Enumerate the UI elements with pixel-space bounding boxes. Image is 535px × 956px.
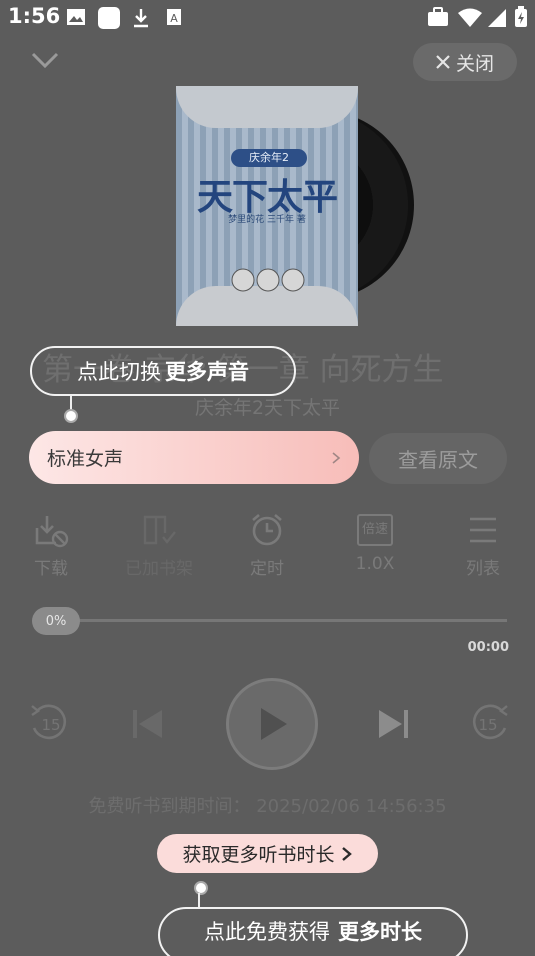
book-cover: 庆余年2 天下太平 梦里的花 三千年 著 <box>176 86 358 326</box>
tool-list[interactable]: 列表 <box>443 512 523 579</box>
chevron-right-icon <box>341 846 352 861</box>
chevron-right-icon <box>332 451 341 464</box>
tool-timer[interactable]: 定时 <box>227 512 307 579</box>
collapse-chevron-icon[interactable] <box>30 48 60 72</box>
bookshelf-icon <box>143 515 176 545</box>
tool-bookshelf[interactable]: 已加书架 <box>119 512 199 579</box>
view-original-button[interactable]: 查看原文 <box>369 433 507 484</box>
voice-tooltip-emphasis: 更多声音 <box>165 360 249 384</box>
tooltip-pointer-line <box>198 893 200 907</box>
time-tooltip-emphasis: 更多时长 <box>338 920 422 944</box>
rewind-15-icon[interactable]: 15 <box>24 698 76 750</box>
previous-track-icon[interactable] <box>122 698 174 750</box>
status-time: 1:56 <box>8 4 61 28</box>
tool-speed[interactable]: 倍速 1.0X <box>335 512 415 574</box>
cover-series-label: 庆余年2 <box>231 149 307 167</box>
close-label: 关闭 <box>455 52 494 75</box>
free-listening-expiry: 免费听书到期时间： 2025/02/06 14:56:35 <box>88 796 447 817</box>
tool-label: 定时 <box>250 559 284 579</box>
list-icon <box>470 517 496 543</box>
get-more-time-button[interactable]: 获取更多听书时长 <box>157 834 378 873</box>
briefcase-icon <box>428 7 448 26</box>
tooltip-pointer-dot <box>194 881 208 895</box>
tool-label: 1.0X <box>355 554 395 574</box>
next-track-icon[interactable] <box>367 698 419 750</box>
tool-label: 下载 <box>34 559 68 579</box>
free-time-tooltip: 点此免费获得 更多时长 <box>158 907 468 956</box>
progress-thumb[interactable]: 0% <box>32 607 80 635</box>
tool-download[interactable]: 下载 <box>11 512 91 579</box>
voice-selector-button[interactable]: 标准女声 <box>29 431 359 484</box>
tool-label: 列表 <box>466 559 500 579</box>
battery-icon <box>515 6 527 27</box>
voice-tooltip-prefix: 点此切换 <box>77 360 161 384</box>
alarm-clock-icon <box>252 514 282 546</box>
play-button[interactable] <box>226 678 318 770</box>
voice-selector-label: 标准女声 <box>47 448 124 470</box>
get-more-time-label: 获取更多听书时长 <box>182 844 335 866</box>
cover-subtitle: 梦里的花 三千年 著 <box>228 215 306 225</box>
audiobook-player-screen: 1:56 A 关闭 庆余年2 天下太平 梦里的花 三千年 著 第一卷 京华 第一… <box>0 0 535 956</box>
tool-label: 已加书架 <box>125 559 193 579</box>
svg-text:A: A <box>170 12 178 25</box>
wifi-icon <box>458 8 482 27</box>
svg-text:15: 15 <box>41 716 60 734</box>
time-tooltip-prefix: 点此免费获得 <box>204 920 330 944</box>
font-status-icon: A <box>167 9 181 25</box>
signal-icon <box>488 9 506 27</box>
progress-track[interactable] <box>56 619 507 622</box>
cover-sheep-illustration <box>231 268 305 292</box>
cover-cloud-top <box>176 86 358 128</box>
play-icon <box>261 708 287 740</box>
close-button[interactable]: 关闭 <box>413 43 517 81</box>
status-bar: 1:56 A <box>0 0 535 36</box>
close-icon <box>436 55 450 69</box>
speed-icon: 倍速 <box>357 514 393 546</box>
download-icon <box>35 516 69 548</box>
download-status-icon <box>134 9 148 28</box>
voice-switch-tooltip: 点此切换 更多声音 <box>30 346 296 396</box>
image-icon <box>67 9 85 25</box>
svg-text:15: 15 <box>478 716 497 734</box>
duration-label: 00:00 <box>467 640 509 655</box>
tooltip-pointer-dot <box>64 409 78 423</box>
book-title: 庆余年2天下太平 <box>194 397 341 419</box>
forward-15-icon[interactable]: 15 <box>463 698 515 750</box>
app-icon <box>98 7 120 29</box>
